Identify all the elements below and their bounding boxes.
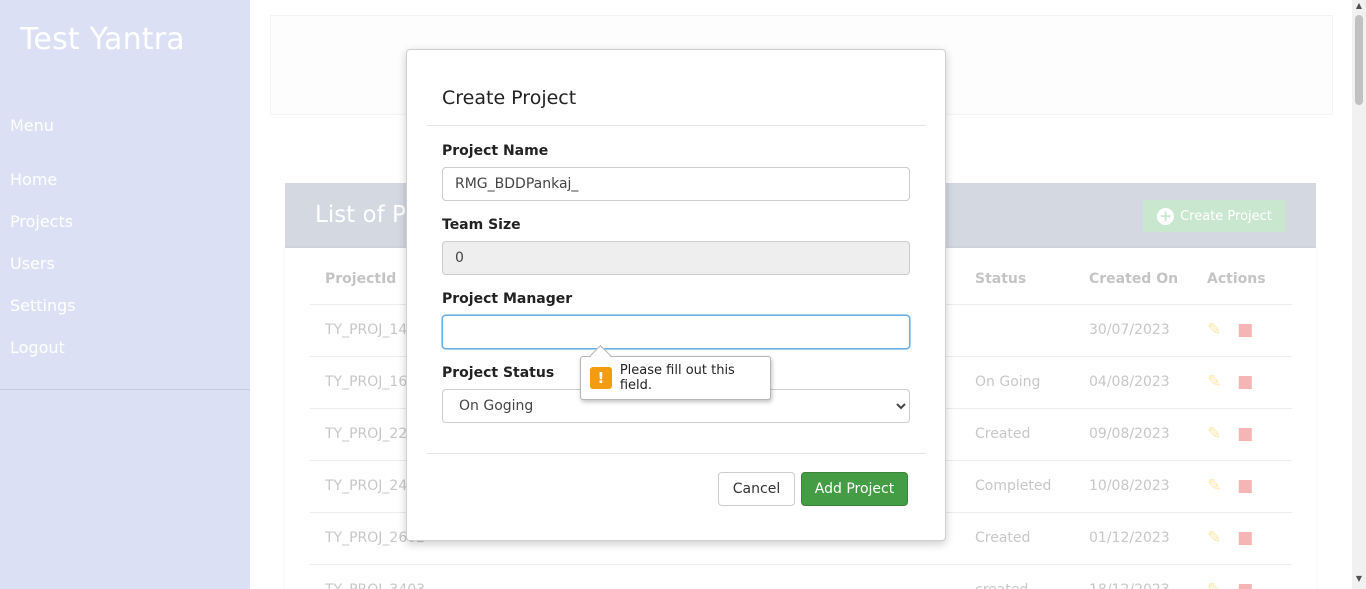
- delete-trash-icon[interactable]: ■: [1237, 424, 1253, 444]
- edit-pencil-icon[interactable]: ✎: [1207, 320, 1221, 340]
- sidebar-item-home[interactable]: Home: [10, 170, 76, 212]
- delete-trash-icon[interactable]: ■: [1237, 580, 1253, 589]
- cell-created-on: 30/07/2023: [1074, 304, 1192, 357]
- cell-status: [960, 304, 1074, 357]
- scroll-thumb[interactable]: [1355, 15, 1363, 105]
- modal-header-divider: [427, 125, 926, 126]
- delete-trash-icon[interactable]: ■: [1237, 320, 1253, 340]
- edit-pencil-icon[interactable]: ✎: [1207, 372, 1221, 392]
- validation-tooltip: ! Please fill out this field.: [580, 356, 771, 400]
- project-list-title: List of Pr: [315, 202, 415, 228]
- page-scrollbar[interactable]: ▲ ▼: [1352, 0, 1366, 589]
- cell-actions: ✎■: [1192, 304, 1292, 357]
- sidebar: Test Yantra Menu Home Projects Users Set…: [0, 0, 250, 589]
- project-manager-label: Project Manager: [442, 291, 573, 307]
- sidebar-item-users[interactable]: Users: [10, 254, 76, 296]
- edit-pencil-icon[interactable]: ✎: [1207, 424, 1221, 444]
- cell-created-on: 01/12/2023: [1074, 512, 1192, 565]
- table-row: TY_PROJ_3403 created 18/12/2023 ✎■: [310, 564, 1292, 589]
- cell-created-on: 10/08/2023: [1074, 460, 1192, 513]
- modal-title: Create Project: [442, 87, 577, 109]
- create-project-label: Create Project: [1180, 208, 1272, 224]
- edit-pencil-icon[interactable]: ✎: [1207, 476, 1221, 496]
- cell-created-on: 04/08/2023: [1074, 356, 1192, 409]
- edit-pencil-icon[interactable]: ✎: [1207, 528, 1221, 548]
- project-name-label: Project Name: [442, 143, 549, 159]
- brand-logo-text[interactable]: Test Yantra: [20, 22, 185, 57]
- column-header-actions: Actions: [1192, 254, 1292, 305]
- cell-actions: ✎■: [1192, 512, 1292, 565]
- sidebar-divider: [0, 389, 250, 390]
- cell-created-on: 18/12/2023: [1074, 564, 1192, 589]
- cell-status: Completed: [960, 460, 1074, 513]
- cell-status: Created: [960, 408, 1074, 461]
- cell-actions: ✎■: [1192, 564, 1292, 589]
- column-header-status[interactable]: Status: [960, 254, 1074, 305]
- cell-status: On Going: [960, 356, 1074, 409]
- project-manager-input[interactable]: [442, 315, 910, 349]
- plus-circle-icon: +: [1157, 207, 1175, 225]
- cell-status: created: [960, 564, 1074, 589]
- cell-status: Created: [960, 512, 1074, 565]
- project-status-label: Project Status: [442, 365, 555, 381]
- team-size-label: Team Size: [442, 217, 521, 233]
- column-header-created-on[interactable]: Created On: [1074, 254, 1192, 305]
- sidebar-item-settings[interactable]: Settings: [10, 296, 76, 338]
- create-project-modal: Create Project Project Name Team Size Pr…: [406, 49, 946, 541]
- cell-actions: ✎■: [1192, 408, 1292, 461]
- project-name-input[interactable]: [442, 167, 910, 201]
- scroll-up-arrow-icon[interactable]: ▲: [1352, 1, 1366, 13]
- delete-trash-icon[interactable]: ■: [1237, 476, 1253, 496]
- scroll-down-arrow-icon[interactable]: ▼: [1352, 574, 1366, 586]
- cell-actions: ✎■: [1192, 460, 1292, 513]
- team-size-input[interactable]: [442, 241, 910, 275]
- warning-icon: !: [590, 367, 612, 389]
- sidebar-item-logout[interactable]: Logout: [10, 338, 76, 380]
- cancel-button[interactable]: Cancel: [718, 472, 795, 506]
- cell-project-id: TY_PROJ_3403: [310, 564, 446, 589]
- add-project-button[interactable]: Add Project: [801, 472, 908, 506]
- delete-trash-icon[interactable]: ■: [1237, 372, 1253, 392]
- cell-hidden: [446, 564, 960, 589]
- cell-created-on: 09/08/2023: [1074, 408, 1192, 461]
- modal-footer-divider: [427, 453, 926, 454]
- edit-pencil-icon[interactable]: ✎: [1207, 580, 1221, 589]
- create-project-button[interactable]: + Create Project: [1143, 200, 1286, 232]
- cell-actions: ✎■: [1192, 356, 1292, 409]
- validation-message: Please fill out this field.: [619, 363, 735, 393]
- sidebar-nav: Home Projects Users Settings Logout: [10, 170, 76, 380]
- delete-trash-icon[interactable]: ■: [1237, 528, 1253, 548]
- menu-label: Menu: [10, 116, 54, 135]
- sidebar-item-projects[interactable]: Projects: [10, 212, 76, 254]
